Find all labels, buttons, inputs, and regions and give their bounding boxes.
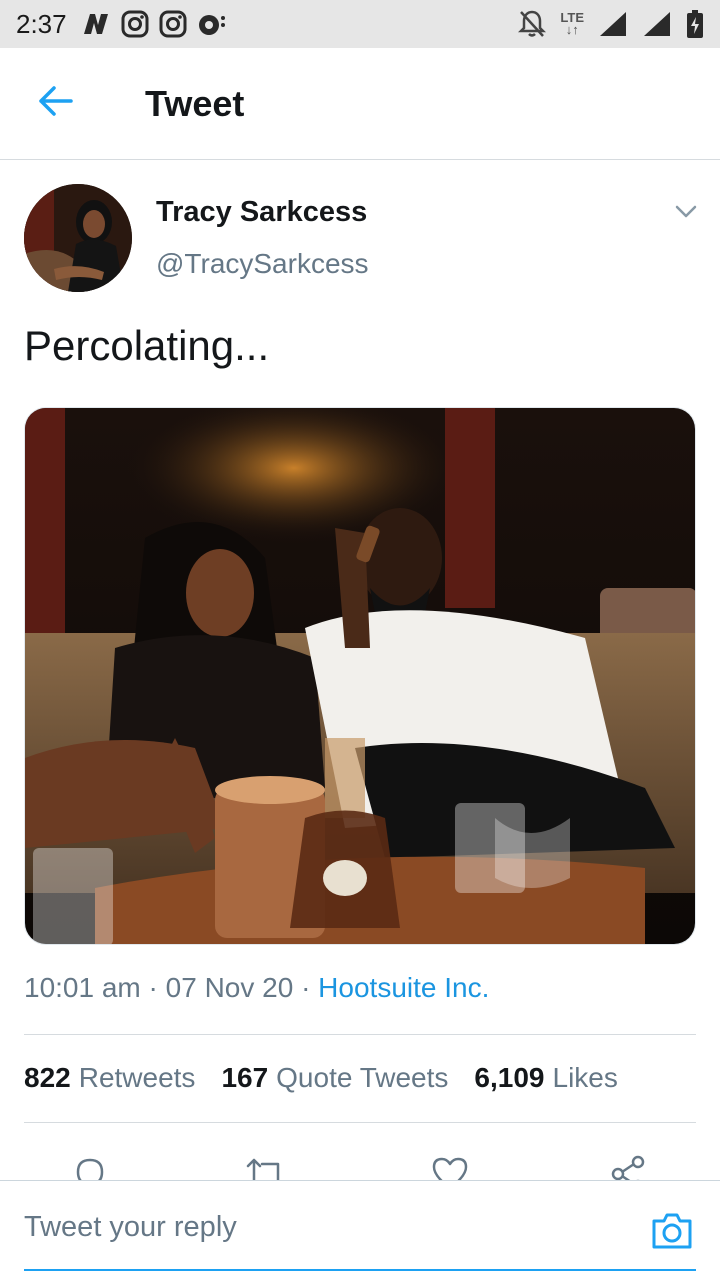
share-button[interactable] (606, 1154, 650, 1180)
page-title: Tweet (145, 82, 245, 124)
network-type-label: LTE ↓↑ (560, 10, 584, 37)
tweet-photo[interactable] (24, 407, 696, 945)
quote-tweets-label: Quote Tweets (276, 1062, 449, 1093)
likes-label: Likes (552, 1062, 618, 1093)
likes-stat[interactable]: 6,109 Likes (474, 1062, 617, 1094)
retweets-label: Retweets (78, 1062, 196, 1093)
avatar[interactable] (24, 184, 132, 292)
share-icon (608, 1154, 648, 1180)
separator: · (148, 972, 158, 1003)
reply-input-underline (24, 1269, 696, 1271)
podcast-icon (197, 11, 227, 37)
chevron-down-icon (675, 205, 697, 224)
camera-button[interactable] (648, 1211, 696, 1255)
author-name[interactable]: Tracy Sarkcess (156, 196, 367, 229)
divider (24, 1034, 696, 1035)
like-icon (430, 1154, 470, 1180)
reply-input[interactable]: Tweet your reply (24, 1211, 624, 1244)
instagram-icon (121, 10, 149, 38)
notifications-off-icon (518, 9, 547, 39)
instagram-icon (159, 10, 187, 38)
lte-label: LTE (560, 10, 584, 25)
quote-tweets-count: 167 (221, 1062, 269, 1093)
more-options-button[interactable] (668, 200, 704, 228)
status-time: 2:37 (16, 8, 67, 39)
back-button[interactable] (0, 48, 112, 160)
likes-count: 6,109 (474, 1062, 545, 1093)
tweet-stats: 822 Retweets 167 Quote Tweets 6,109 Likes (24, 1062, 618, 1094)
reply-composer: Tweet your reply (0, 1180, 720, 1280)
reply-button[interactable] (68, 1154, 112, 1180)
arrow-left-icon (38, 85, 74, 122)
quote-tweets-stat[interactable]: 167 Quote Tweets (221, 1062, 448, 1094)
retweet-button[interactable] (244, 1154, 288, 1180)
retweet-icon (244, 1154, 288, 1180)
reply-icon (70, 1154, 110, 1180)
app-bar: Tweet (0, 48, 720, 160)
signal-icon (642, 10, 672, 38)
camera-icon (650, 1211, 694, 1256)
separator: · (301, 972, 311, 1003)
author-handle[interactable]: @TracySarkcess (156, 248, 369, 280)
like-button[interactable] (428, 1154, 472, 1180)
tweet-date: 07 Nov 20 (165, 972, 294, 1003)
tweet-text: Percolating... (24, 322, 270, 369)
tweet-source-link[interactable]: Hootsuite Inc. (318, 972, 489, 1003)
retweets-count: 822 (24, 1062, 71, 1093)
tweet-meta: 10:01 am · 07 Nov 20 · Hootsuite Inc. (24, 972, 489, 1004)
signal-icon (598, 10, 628, 38)
status-bar: 2:37 LTE ↓↑ (0, 0, 720, 48)
battery-charging-icon (686, 9, 704, 39)
nytimes-icon (81, 11, 111, 37)
retweets-stat[interactable]: 822 Retweets (24, 1062, 195, 1094)
tweet-time: 10:01 am (24, 972, 141, 1003)
divider (24, 1122, 696, 1123)
tweet-actions (0, 1148, 720, 1180)
